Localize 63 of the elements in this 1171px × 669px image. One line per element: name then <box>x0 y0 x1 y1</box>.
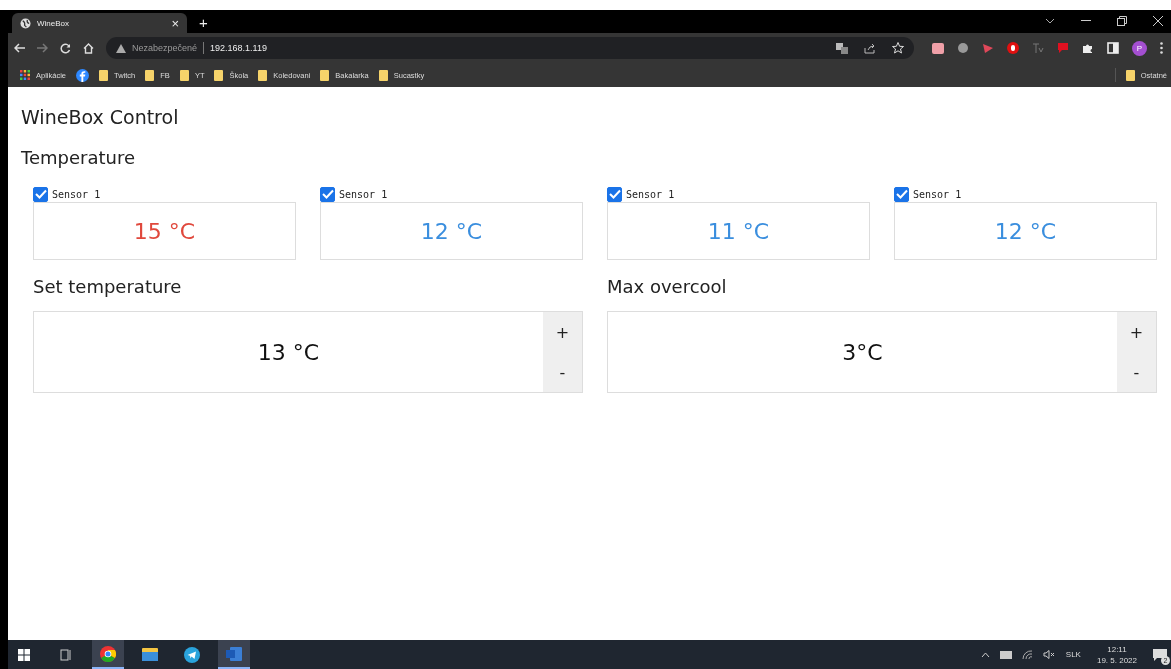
minimize-icon[interactable] <box>1081 20 1091 22</box>
temperature-reading: 15 °C <box>133 218 196 244</box>
chrome-icon[interactable] <box>92 640 124 669</box>
browser-tab[interactable]: WineBox × <box>12 13 187 33</box>
star-icon[interactable] <box>892 42 904 54</box>
profile-avatar[interactable]: P <box>1132 40 1147 56</box>
temperature-reading: 12 °C <box>994 218 1057 244</box>
restore-icon[interactable] <box>1117 16 1127 26</box>
new-tab-button[interactable]: + <box>199 14 208 31</box>
apps-grid-icon <box>20 70 30 80</box>
sensor-label: Sensor 1 <box>913 188 962 200</box>
checkbox[interactable] <box>320 186 335 202</box>
folder-icon <box>145 69 155 81</box>
back-icon[interactable] <box>14 43 25 53</box>
sensor-label: Sensor 1 <box>626 188 675 200</box>
folder-icon <box>258 69 268 81</box>
reload-icon[interactable] <box>60 42 71 54</box>
folder-icon <box>320 69 330 81</box>
folder-icon <box>99 69 108 81</box>
folder-icon <box>214 69 224 81</box>
extension-icon[interactable] <box>932 42 944 54</box>
checkbox[interactable] <box>894 186 909 202</box>
word-icon[interactable] <box>218 640 250 669</box>
home-icon[interactable] <box>83 42 94 54</box>
globe-icon <box>20 17 31 29</box>
clock-date[interactable]: 19. 5. 2022 <box>1096 654 1137 666</box>
checkbox[interactable] <box>33 186 48 202</box>
setting-value: 3°C <box>841 338 884 367</box>
setting-heading: Max overcool <box>607 276 728 297</box>
address-bar[interactable]: Nezabezpečené 192.168.1.119 <box>106 37 914 59</box>
wifi-icon[interactable] <box>1021 649 1033 660</box>
checkbox[interactable] <box>607 186 622 202</box>
side-panel-icon[interactable] <box>1107 42 1119 54</box>
share-icon[interactable] <box>864 42 876 54</box>
forward-icon[interactable] <box>37 43 48 53</box>
temperature-reading: 12 °C <box>420 218 483 244</box>
setting-heading: Set temperature <box>33 276 183 297</box>
facebook-icon[interactable] <box>76 68 89 82</box>
extension-icon[interactable] <box>1007 42 1019 54</box>
sensor-label: Sensor 1 <box>52 188 101 200</box>
sensor-label: Sensor 1 <box>339 188 388 200</box>
clock-time[interactable]: 12:11 <box>1107 643 1127 655</box>
security-label: Nezabezpečené <box>132 43 198 53</box>
puzzle-icon[interactable] <box>1082 42 1094 54</box>
warning-icon <box>116 43 126 53</box>
muted-speaker-icon[interactable] <box>1042 650 1056 659</box>
folder-icon <box>179 69 189 81</box>
translate-icon[interactable] <box>836 42 848 54</box>
page-title: WineBox Control <box>21 106 180 128</box>
close-icon[interactable] <box>1153 16 1163 26</box>
chevron-up-icon[interactable] <box>980 651 990 658</box>
battery-icon[interactable] <box>999 650 1012 659</box>
folder-icon <box>378 69 388 81</box>
temperature-reading: 11 °C <box>707 218 770 244</box>
menu-icon[interactable] <box>1160 42 1163 54</box>
language-indicator[interactable]: SLK <box>1065 650 1081 659</box>
tab-title: WineBox <box>37 18 70 28</box>
section-heading: Temperature <box>21 147 137 168</box>
url-text: 192.168.1.119 <box>210 43 267 53</box>
folder-icon <box>1125 69 1135 81</box>
close-tab-button[interactable]: × <box>171 15 179 31</box>
setting-value: 13 °C <box>256 338 321 367</box>
chevron-down-icon[interactable] <box>1045 18 1055 24</box>
